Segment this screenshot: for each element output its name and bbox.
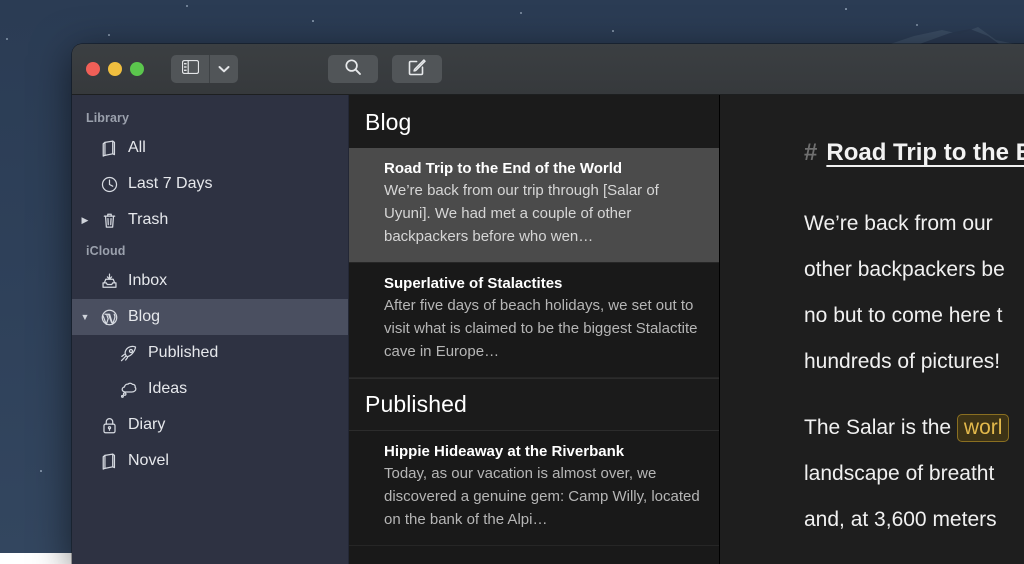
editor-line: The Salar is the worl — [804, 405, 1024, 451]
list-item[interactable]: Hippie Hideaway at the Riverbank Today, a… — [349, 431, 719, 546]
book-icon — [94, 452, 124, 471]
sidebar-item-published[interactable]: Published — [72, 335, 348, 371]
list-item-title: Superlative of Stalactites — [384, 275, 563, 292]
sidebar-item-label: Last 7 Days — [128, 175, 213, 192]
editor-line: no but to come here t — [804, 304, 1003, 327]
sidebar-item-label: Published — [148, 344, 219, 361]
inbox-icon — [94, 272, 124, 291]
editor-pane[interactable]: # Road Trip to the End We’re back from ou… — [720, 95, 1024, 564]
star-decoration — [6, 38, 8, 40]
sidebar-section-label-library: Library — [86, 111, 130, 125]
list-item-preview: After five days of beach holidays, we se… — [384, 297, 698, 360]
star-decoration — [108, 34, 110, 36]
clock-icon — [94, 175, 124, 194]
list-item-title: Hippie Hideaway at the Riverbank — [384, 443, 625, 460]
sidebar-toggle-button[interactable] — [171, 55, 209, 83]
editor-line: We’re back from our — [804, 212, 993, 235]
search-button[interactable] — [328, 55, 378, 83]
sidebar-item-label: Novel — [128, 452, 169, 469]
sidebar-item-label: Diary — [128, 416, 166, 433]
list-item-title: Road Trip to the End of the World — [384, 160, 623, 177]
sidebar-item-trash[interactable]: ▶ Trash — [72, 202, 348, 238]
sidebar-section-label-icloud: iCloud — [86, 244, 126, 258]
window-titlebar — [72, 44, 1024, 95]
editor-heading: # Road Trip to the End — [804, 139, 1024, 167]
editor-highlight-annotation[interactable]: worl — [956, 414, 1010, 442]
editor-line: other backpackers be — [804, 258, 1005, 281]
compose-pencil-icon — [408, 58, 426, 81]
list-group-header-blog: Blog — [349, 95, 719, 148]
disclosure-expanded-icon[interactable]: ▼ — [76, 312, 94, 322]
list-group-header-published: Published — [349, 378, 719, 431]
editor-line-prefix: The Salar is the — [804, 416, 957, 439]
sidebar-item-inbox[interactable]: ▶Inbox — [72, 263, 348, 299]
sidebar-item-ideas[interactable]: Ideas — [72, 371, 348, 407]
list-item-preview: Today, as our vacation is almost over, w… — [384, 465, 700, 528]
editor-paragraph-2: The Salar is the worl landscape of breat… — [804, 405, 1024, 543]
sidebar-toggle-group — [171, 55, 238, 83]
thought-cloud-icon — [112, 380, 144, 399]
wordpress-icon — [94, 308, 124, 327]
star-decoration — [186, 5, 188, 7]
star-decoration — [312, 20, 314, 22]
mountain-ridge-silhouette — [764, 0, 1024, 46]
book-icon — [94, 139, 124, 158]
editor-line: landscape of breatht — [804, 462, 995, 485]
list-item[interactable]: Road Trip to the End of the World We’re b… — [349, 148, 719, 263]
sidebar-item-label: Blog — [128, 308, 161, 325]
lock-icon — [94, 416, 124, 435]
trash-icon — [94, 211, 124, 230]
app-window: Library ▶All▶Last 7 Days ▶ Trash iCloud ▶Inbo… — [72, 44, 1024, 564]
disclosure-collapsed-icon[interactable]: ▶ — [76, 215, 94, 226]
list-item-preview: We’re back from our trip through [Salar … — [384, 182, 659, 245]
search-icon — [344, 58, 362, 81]
editor-line: and, at 3,600 meters — [804, 508, 997, 531]
sidebar-item-last-7-days[interactable]: ▶Last 7 Days — [72, 166, 348, 202]
chevron-down-icon — [218, 60, 230, 78]
minimize-window-button[interactable] — [108, 62, 122, 76]
editor-paragraph-1: We’re back from our other backpackers be… — [804, 201, 1024, 385]
sidebar-item-label: Ideas — [148, 380, 188, 397]
new-sheet-button[interactable] — [392, 55, 442, 83]
sidebar-options-dropdown[interactable] — [209, 55, 238, 83]
star-decoration — [520, 12, 522, 14]
traffic-lights — [86, 62, 144, 76]
sidebar-item-all[interactable]: ▶All — [72, 130, 348, 166]
sidebar-item-novel[interactable]: ▶Novel — [72, 443, 348, 479]
editor-heading-text: Road Trip to the End — [826, 139, 1024, 166]
close-window-button[interactable] — [86, 62, 100, 76]
rocket-icon — [112, 344, 144, 363]
sidebar-item-label: All — [128, 139, 146, 156]
sidebar-item-blog[interactable]: ▼ Blog — [72, 299, 348, 335]
sidebar-item-label: Trash — [128, 211, 169, 228]
maximize-window-button[interactable] — [130, 62, 144, 76]
sidebar-item-label: Inbox — [128, 272, 168, 289]
sidebar-item-diary[interactable]: ▶Diary — [72, 407, 348, 443]
star-decoration — [40, 470, 42, 472]
window-content: Library ▶All▶Last 7 Days ▶ Trash iCloud ▶Inbo… — [72, 95, 1024, 564]
markdown-hash-marker: # — [804, 139, 818, 166]
editor-line: hundreds of pictures! — [804, 350, 1001, 373]
sheet-list-pane[interactable]: Blog Road Trip to the End of the World We’… — [349, 95, 720, 564]
star-decoration — [612, 30, 614, 32]
list-item[interactable]: Superlative of Stalactites After five day… — [349, 263, 719, 378]
sidebar-layout-icon — [181, 59, 199, 79]
library-sidebar: Library ▶All▶Last 7 Days ▶ Trash iCloud ▶Inbo… — [72, 95, 349, 564]
